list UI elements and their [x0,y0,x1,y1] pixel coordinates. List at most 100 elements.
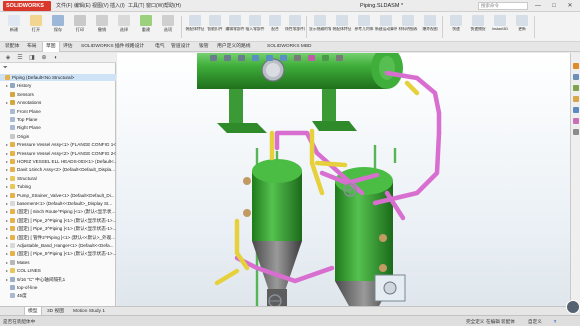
tab-7[interactable]: 管道设计 [168,42,193,52]
tree-node[interactable]: ▸ basement<1> (Default<<Default>_Display … [0,200,116,207]
tree-node[interactable]: ▸ Pressure Vessel Assy<1> (FLANGE CONFIG … [0,141,116,148]
graphics-viewport[interactable] [117,53,570,306]
previous-view-icon[interactable] [238,55,245,61]
tree-node[interactable]: ▸ (固定) [ Pipe_5^Piping ]<1> (默认<显示状态-1>..… [0,250,116,257]
tree-node[interactable]: ▸ COL LINES [0,267,116,274]
ribbon-mid_group-5[interactable]: 爆炸视图 [419,15,441,39]
tree-node[interactable]: top-of-line [0,284,116,291]
hide-show-icon[interactable] [294,55,301,61]
tab-6[interactable]: 电气 [152,42,168,52]
ribbon-mid_group-2[interactable]: 参考几何体 [353,15,375,39]
panel-tab-3[interactable]: ⊕ [39,54,49,62]
tree-node[interactable]: ▸ Mates [0,259,116,266]
resources-icon[interactable] [573,74,579,80]
appearances-icon[interactable] [573,118,579,124]
ribbon-left_group-3[interactable]: 插入零部件 [245,15,265,39]
tree-node[interactable]: ▸ Pressure Vessel Assy<2> (FLANGE CONFIG … [0,150,116,157]
menu-6[interactable]: 帮助(H) [164,2,181,10]
panel-tab-0[interactable]: ◈ [3,54,13,62]
panel-tab-2[interactable]: ◨ [27,54,37,62]
tree-node[interactable]: Front Plane [0,108,116,115]
tab-3[interactable]: 评估 [60,42,76,52]
menu-3[interactable]: 插入(I) [110,2,125,10]
zoom-area-icon[interactable] [224,55,231,61]
tree-node[interactable]: Origin [0,133,116,140]
ribbon-mid_group-1[interactable]: 装配体特征 [331,15,353,39]
tree-node[interactable]: 45度 [0,292,116,299]
ribbon-left_group-2[interactable]: 编辑零部件 [225,15,245,39]
ribbon-mid_group-0[interactable]: 显示隐藏的零部件 [309,15,331,39]
menu-2[interactable]: 视图(V) [92,2,109,10]
ribbon-left_group-5[interactable]: 线性零部件阵列 [285,15,305,39]
status-units[interactable]: 自定义 [528,318,542,325]
ribbon-left_group-1[interactable]: 智能扣件 [205,15,225,39]
section-view-icon[interactable] [252,55,259,61]
tree-node[interactable]: ▸ 9/16 "C" 中心轴间隔孔1 [0,276,116,283]
search-icon[interactable] [210,55,217,61]
tree-node[interactable]: Right Plane [0,124,116,131]
tree-node[interactable]: ▸ Davit 14inch Assy<2> (Default<Default_D… [0,166,116,173]
ribbon-right_group-2[interactable]: Instant3D [489,15,511,39]
valve-handwheel[interactable] [343,183,357,197]
new-document-button[interactable]: 新建 [3,15,25,39]
appearance-icon[interactable] [308,55,315,61]
file-explorer-icon[interactable] [573,96,579,102]
home-icon[interactable] [573,63,579,69]
tree-node[interactable]: ▸ Pump_Strainer_Valve<1> (Default<Default… [0,192,116,199]
design-library-icon[interactable] [573,85,579,91]
view-settings-icon[interactable] [336,55,343,61]
avatar[interactable] [566,300,580,314]
menu-1[interactable]: 编辑(E) [74,2,91,10]
view-palette-icon[interactable] [573,107,579,113]
custom-properties-icon[interactable] [573,129,579,135]
save-button[interactable]: 保存 [47,15,69,39]
ribbon-left_group-4[interactable]: 配合 [265,15,285,39]
tab-5[interactable]: 线路设计 [122,42,147,52]
tree-node[interactable]: ▸ (固定) [ Pipe_2^Piping ]<1> (默认<显示状态-1>..… [0,217,116,224]
tab-0[interactable]: 装配体 [2,42,22,52]
undo-button[interactable]: 撤销 [91,15,113,39]
maximize-button[interactable]: □ [548,1,560,11]
menu-5[interactable]: 窗口(W) [146,2,164,10]
tab-9[interactable]: 用户定义的路线 [214,42,254,52]
panel-tab-1[interactable]: ☰ [15,54,25,62]
display-style-icon[interactable] [280,55,287,61]
tree-node[interactable]: ▸ (固定) [ 6inch Route^Piping ]<1> (默认<显示状.… [0,208,116,215]
tree-node[interactable]: Piping (Default<No Structural> [0,74,116,81]
solidworks-logo[interactable]: SOLIDWORKS [3,1,51,11]
help-icon[interactable]: ? [552,318,558,325]
panel-tab-4[interactable]: ◐ [51,54,61,62]
tree-node[interactable]: ▸ Adjustable_Band_Hanger<1> (Default<<Def… [0,242,116,249]
tree-node[interactable]: Sensors [0,91,116,98]
tree-node[interactable]: ▸ Structural [0,175,116,182]
print-button[interactable]: 打印 [69,15,91,39]
tab-8[interactable]: 钣管 [196,42,212,52]
minimize-button[interactable]: — [532,1,544,11]
tree-node[interactable]: ▸ (固定) [ 管件2^Piping ]<1> (默认<<默认>_外观... [0,234,116,241]
select-arrow-button[interactable]: 选择 [113,15,135,39]
tree-node[interactable]: ▸ (固定) [ Pipe_3^Piping ]<1> (默认<显示状态-1>..… [0,225,116,232]
tab-1[interactable]: 布局 [24,42,40,52]
ribbon-right_group-1[interactable]: 快速捕捉 [467,15,489,39]
rebuild-button[interactable]: 重建 [135,15,157,39]
tree-node[interactable]: Top Plane [0,116,116,123]
menu-4[interactable]: 工具(T) [128,2,144,10]
menu-0[interactable]: 文件(F) [56,2,72,10]
tab-2[interactable]: 草图 [42,42,60,52]
tree-node[interactable]: ▸ Tubing [0,183,116,190]
view-orientation-icon[interactable] [266,55,273,61]
close-button[interactable]: ✕ [564,1,576,11]
piping-model-3d[interactable] [117,53,570,306]
ribbon-right_group-0[interactable]: 快速 [445,15,467,39]
search-input[interactable]: 搜索命令 [478,2,528,10]
tree-node[interactable]: ▸ History [0,82,116,89]
scene-icon[interactable] [322,55,329,61]
ribbon-right_group-3[interactable]: 更新 [511,15,533,39]
tab-10[interactable]: SOLIDWORKS MBD [264,42,315,52]
gear-button[interactable]: 选项 [157,15,179,39]
tree-node[interactable]: ▸ Annotations [0,99,116,106]
tab-4[interactable]: SOLIDWORKS 插件 [78,42,127,52]
tree-node[interactable]: ▸ HORIZ VESSEL ELL HEADS-003<1> (Default<… [0,158,116,165]
ribbon-mid_group-3[interactable]: 新建运动算例 [375,15,397,39]
ribbon-left_group-0[interactable]: 装配体特征 [185,15,205,39]
